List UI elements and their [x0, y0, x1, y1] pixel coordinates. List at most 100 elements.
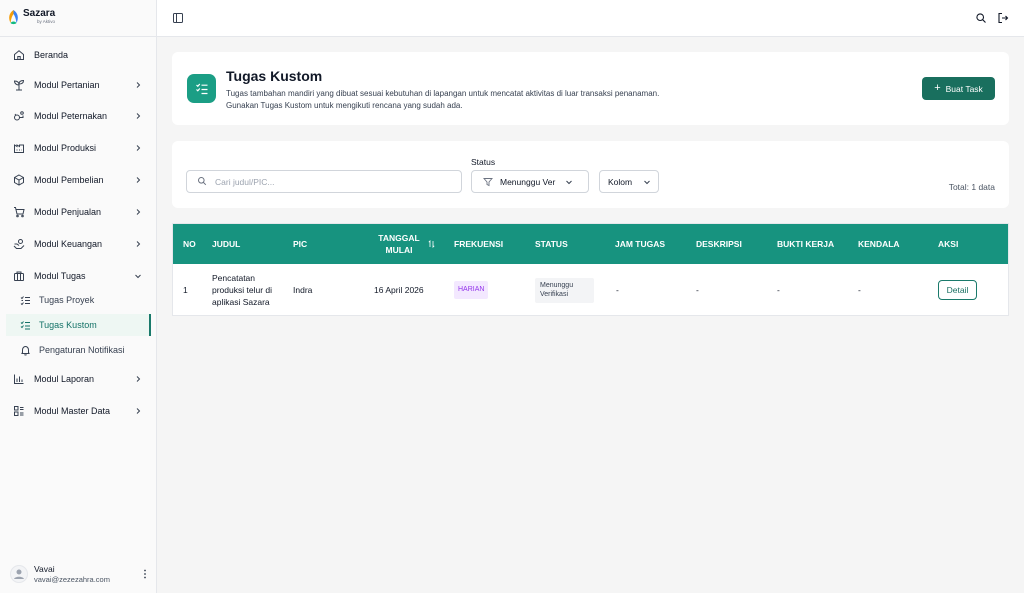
column-header-tanggal-line: MULAI [385, 245, 413, 255]
search-field[interactable] [186, 170, 462, 193]
column-header-status: STATUS [535, 239, 568, 249]
box-icon [12, 173, 26, 187]
sort-icon[interactable] [428, 240, 435, 248]
page-header: Tugas Kustom Tugas tambahan mandiri yang… [172, 52, 1009, 125]
user-profile[interactable]: Vavai vavai@zezezahra.com [10, 562, 150, 586]
chart-icon [12, 372, 26, 386]
app-logo[interactable]: Sazara by Aktivo [7, 9, 55, 25]
column-toggle-button[interactable]: Kolom [599, 170, 659, 193]
column-header-jam-tugas: JAM TUGAS [615, 239, 666, 249]
sidebar-item-pertanian[interactable]: Modul Pertanian [6, 73, 151, 97]
frequency-badge: HARIAN [454, 281, 489, 299]
plus-icon: + [934, 82, 941, 94]
sidebar-item-master-data[interactable]: Modul Master Data [6, 399, 151, 423]
chevron-right-icon [133, 374, 143, 384]
sidebar-subitem-pengaturan-notifikasi[interactable]: Pengaturan Notifikasi [6, 339, 151, 361]
sidebar-subitem-label: Tugas Proyek [39, 295, 95, 305]
column-header-deskripsi: DESKRIPSI [696, 239, 742, 249]
sidebar-item-label: Modul Pembelian [34, 175, 104, 185]
status-badge: Menunggu Verifikasi [535, 277, 594, 303]
sidebar-item-label: Modul Produksi [34, 143, 97, 153]
cart-icon [12, 205, 26, 219]
column-header-frekuensi: FREKUENSI [454, 239, 504, 249]
grid-icon [12, 404, 26, 418]
total-count: Total: 1 data [948, 182, 995, 192]
detail-button[interactable]: Detail [938, 280, 977, 300]
avatar [10, 565, 28, 583]
cell-kendala: - [858, 285, 861, 295]
sidebar-item-label: Modul Pertanian [34, 80, 100, 90]
chevron-right-icon [133, 175, 143, 185]
chevron-down-icon [565, 178, 573, 186]
divider [0, 36, 157, 37]
cell-jam-tugas: - [616, 285, 619, 295]
status-filter-select[interactable]: Menunggu Ver [471, 170, 589, 193]
table-row: 1 Pencatatan produksi telur di aplikasi … [173, 264, 1008, 315]
user-email: vavai@zezezahra.com [34, 574, 110, 584]
column-header-kendala: KENDALA [858, 239, 900, 249]
sidebar-item-laporan[interactable]: Modul Laporan [6, 367, 151, 391]
sidebar-subitem-tugas-kustom[interactable]: Tugas Kustom [6, 314, 151, 336]
column-header-tanggal-mulai[interactable]: TANGGAL MULAI [378, 224, 436, 264]
cell-judul-line: Pencatatan [212, 273, 256, 283]
more-vertical-icon[interactable] [140, 567, 150, 581]
sidebar-subitem-tugas-proyek[interactable]: Tugas Proyek [6, 289, 151, 311]
checklist-icon [19, 319, 32, 332]
chevron-right-icon [133, 239, 143, 249]
sidebar-item-keuangan[interactable]: Modul Keuangan [6, 232, 151, 256]
task-table: NO JUDUL PIC TANGGAL MULAI FREKUENSI STA… [172, 223, 1009, 316]
sidebar-item-label: Modul Tugas [34, 271, 86, 281]
chevron-down-icon [643, 178, 651, 186]
sidebar-item-beranda[interactable]: Beranda [6, 43, 151, 67]
cell-frekuensi: HARIAN [454, 264, 489, 315]
search-input[interactable] [215, 176, 445, 187]
sidebar-item-pembelian[interactable]: Modul Pembelian [6, 168, 151, 192]
sidebar-toggle-icon[interactable] [171, 11, 185, 25]
cell-deskripsi: - [696, 285, 699, 295]
sidebar-item-tugas[interactable]: Modul Tugas [6, 264, 151, 288]
filter-icon [483, 177, 493, 187]
create-task-label: Buat Task [945, 83, 983, 94]
column-toggle-label: Kolom [608, 176, 633, 187]
factory-icon [12, 141, 26, 155]
sidebar-item-label: Modul Peternakan [34, 111, 108, 121]
cell-bukti-kerja: - [777, 285, 780, 295]
cell-tanggal: 16 April 2026 [374, 285, 424, 295]
page-description-line: Gunakan Tugas Kustom untuk mengikuti ren… [226, 101, 463, 110]
search-icon [197, 176, 207, 188]
checklist-icon [187, 74, 216, 103]
money-icon [12, 237, 26, 251]
livestock-icon [12, 109, 26, 123]
cell-judul: Pencatatan produksi telur di aplikasi Sa… [212, 264, 282, 315]
user-name: Vavai [34, 564, 55, 574]
sidebar-item-label: Beranda [34, 50, 69, 60]
sidebar-item-produksi[interactable]: Modul Produksi [6, 136, 151, 160]
search-icon[interactable] [974, 11, 988, 25]
bell-icon [19, 344, 32, 357]
cell-status: Menunggu Verifikasi [535, 264, 594, 315]
cell-judul-line: produksi telur di [212, 285, 273, 295]
sazara-logo-icon [7, 9, 20, 25]
logout-icon[interactable] [996, 11, 1010, 25]
logo-subtitle: by Aktivo [37, 19, 56, 25]
chevron-down-icon [133, 271, 143, 281]
page-title: Tugas Kustom [226, 68, 323, 84]
sidebar-item-peternakan[interactable]: Modul Peternakan [6, 104, 151, 128]
sprout-icon [12, 78, 26, 92]
sidebar-item-label: Modul Penjualan [34, 207, 102, 217]
column-header-tanggal-line: TANGGAL [378, 233, 420, 243]
column-header-bukti-kerja: BUKTI KERJA [777, 239, 835, 249]
create-task-button[interactable]: + Buat Task [922, 77, 995, 100]
chevron-right-icon [133, 80, 143, 90]
page-description-line: Tugas tambahan mandiri yang dibuat sesua… [226, 89, 660, 98]
status-filter-label: Status [471, 157, 496, 167]
column-header-judul: JUDUL [212, 239, 241, 249]
sidebar-item-label: Modul Laporan [34, 374, 95, 384]
cell-no: 1 [183, 285, 188, 295]
chevron-right-icon [133, 207, 143, 217]
sidebar-item-label: Modul Master Data [34, 406, 111, 416]
sidebar-item-penjualan[interactable]: Modul Penjualan [6, 200, 151, 224]
chevron-right-icon [133, 143, 143, 153]
sidebar-subitem-label: Tugas Kustom [39, 320, 97, 330]
page-description: Tugas tambahan mandiri yang dibuat sesua… [226, 88, 659, 112]
